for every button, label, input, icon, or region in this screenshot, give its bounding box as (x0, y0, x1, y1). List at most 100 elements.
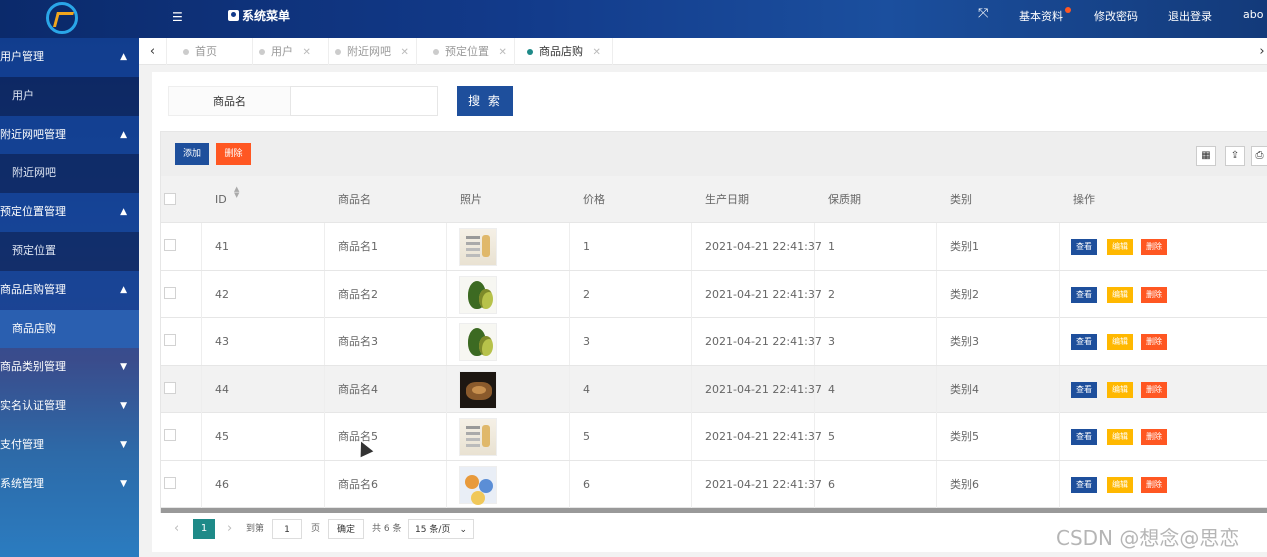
tab-shop[interactable]: 商品店购 ✕ (521, 38, 613, 65)
row-checkbox[interactable] (164, 334, 176, 346)
table-row[interactable]: 45 商品名5 5 2021-04-21 22:41:37 5 类别5 查看 编辑 删除 (161, 413, 1267, 461)
close-icon[interactable]: ✕ (303, 47, 311, 58)
product-photo[interactable] (459, 465, 497, 504)
fullscreen-icon[interactable]: ⤧ (978, 6, 988, 21)
columns-icon[interactable]: ▦ (1196, 146, 1216, 166)
tab-reservation[interactable]: 预定位置 ✕ (427, 38, 515, 65)
tab-users[interactable]: 用户 ✕ (253, 38, 329, 65)
product-photo[interactable] (459, 228, 497, 266)
export-icon[interactable]: ⇪ (1225, 146, 1245, 166)
page-unit-label: 页 (311, 524, 321, 534)
table-row[interactable]: 41 商品名1 1 2021-04-21 22:41:37 1 类别1 查看 编辑 删除 (161, 223, 1267, 271)
search-label: 商品名 (168, 86, 291, 116)
row-delete-button[interactable]: 删除 (1141, 429, 1167, 445)
cell-id: 41 (215, 240, 229, 253)
add-button[interactable]: 添加 (175, 143, 209, 165)
product-photo[interactable] (459, 323, 497, 361)
sidebar-group-verification[interactable]: 实名认证管理 ▼ (0, 387, 139, 426)
row-checkbox[interactable] (164, 239, 176, 251)
table-row[interactable]: 43 商品名3 3 2021-04-21 22:41:37 3 类别3 查看 编辑 删除 (161, 318, 1267, 366)
edit-button[interactable]: 编辑 (1107, 429, 1133, 445)
row-delete-button[interactable]: 删除 (1141, 334, 1167, 350)
row-checkbox[interactable] (164, 381, 176, 394)
delete-button[interactable]: 删除 (216, 143, 251, 165)
table-header: ID ▲ ▼ 商品名 照片 价格 生产日期 保质期 类别 操作 (161, 176, 1267, 223)
tab-label: 首页 (195, 45, 217, 58)
tab-netcafe[interactable]: 附近网吧 ✕ (329, 38, 417, 65)
cell-id: 45 (215, 430, 229, 443)
sidebar-item-users[interactable]: 用户 (0, 76, 139, 116)
sidebar-item-netcafe[interactable]: 附近网吧 (0, 154, 139, 194)
chevron-left-icon[interactable]: ‹ (174, 519, 179, 539)
edit-button[interactable]: 编辑 (1107, 381, 1133, 398)
cell-divider (1059, 270, 1060, 318)
cell-shelf-life: 2 (828, 287, 835, 301)
sidebar-group-shop[interactable]: 商品店购管理 ▲ (0, 270, 139, 310)
chevron-right-icon[interactable]: › (227, 519, 232, 539)
view-button[interactable]: 查看 (1071, 476, 1097, 493)
cell-price: 3 (583, 335, 590, 348)
sidebar-group-netcafe[interactable]: 附近网吧管理 ▲ (0, 115, 139, 155)
cell-divider (201, 460, 202, 508)
row-checkbox[interactable] (164, 476, 176, 489)
sidebar-group-category[interactable]: 商品类别管理 ▼ (0, 348, 139, 387)
tab-home[interactable]: 首页 (177, 38, 253, 65)
view-button[interactable]: 查看 (1071, 286, 1097, 303)
cell-divider (569, 365, 570, 413)
username[interactable]: abo (1243, 8, 1263, 21)
sort-icon[interactable]: ▲ ▼ (234, 186, 239, 199)
search-input[interactable] (290, 86, 438, 116)
product-photo[interactable] (459, 370, 497, 409)
view-button[interactable]: 查看 (1071, 334, 1097, 350)
cell-divider (569, 413, 570, 460)
row-checkbox[interactable] (164, 286, 176, 299)
tab-bar: ‹ 首页 用户 ✕ 附近网吧 ✕ 预定位置 ✕ 商品店购 ✕ › (139, 38, 1267, 65)
row-delete-button[interactable]: 删除 (1141, 476, 1167, 493)
edit-button[interactable]: 编辑 (1107, 239, 1133, 255)
cell-category: 类别6 (950, 477, 979, 491)
row-delete-button[interactable]: 删除 (1141, 381, 1167, 398)
product-photo[interactable] (459, 418, 497, 456)
cell-divider (324, 413, 325, 460)
search-button[interactable]: 搜 索 (457, 86, 513, 116)
basic-info-link[interactable]: 基本资料 (1019, 7, 1071, 24)
sidebar-group-system[interactable]: 系统管理 ▼ (0, 465, 139, 504)
col-date: 生产日期 (705, 193, 749, 206)
change-password-link[interactable]: 修改密码 (1094, 8, 1138, 24)
page-size-select[interactable]: 15 条/页 ⌄ (408, 519, 474, 539)
current-page[interactable]: 1 (193, 519, 215, 539)
table-row[interactable]: 46 商品名6 6 2021-04-21 22:41:37 6 类别6 查看 编辑 删除 (161, 460, 1267, 508)
view-button[interactable]: 查看 (1071, 381, 1097, 398)
close-icon[interactable]: ✕ (593, 47, 601, 58)
select-all-checkbox[interactable] (164, 193, 176, 205)
system-menu[interactable]: 系统菜单 (228, 7, 290, 24)
view-button[interactable]: 查看 (1071, 239, 1097, 255)
product-photo[interactable] (459, 275, 497, 314)
close-icon[interactable]: ✕ (499, 47, 507, 58)
cell-divider (1059, 365, 1060, 413)
row-delete-button[interactable]: 删除 (1141, 286, 1167, 303)
sidebar-item-shop[interactable]: 商品店购 (0, 309, 139, 349)
col-id[interactable]: ID (215, 176, 227, 223)
print-icon[interactable]: ⎙ (1251, 146, 1267, 166)
table-row[interactable]: 42 商品名2 2 2021-04-21 22:41:37 2 类别2 查看 编辑 删除 (161, 270, 1267, 318)
row-checkbox[interactable] (164, 429, 176, 441)
close-icon[interactable]: ✕ (401, 47, 409, 58)
table-row[interactable]: 44 商品名4 4 2021-04-21 22:41:37 4 类别4 查看 编辑 删除 (161, 365, 1267, 413)
goto-page-input[interactable]: 1 (272, 519, 302, 539)
sidebar-group-reservation[interactable]: 预定位置管理 ▲ (0, 193, 139, 232)
edit-button[interactable]: 编辑 (1107, 286, 1133, 303)
view-button[interactable]: 查看 (1071, 429, 1097, 445)
sidebar-group-payment[interactable]: 支付管理 ▼ (0, 426, 139, 465)
menu-toggle-icon[interactable]: ☰ (172, 11, 186, 23)
edit-button[interactable]: 编辑 (1107, 476, 1133, 493)
chevron-right-icon[interactable]: › (1257, 38, 1267, 65)
row-delete-button[interactable]: 删除 (1141, 239, 1167, 255)
logout-link[interactable]: 退出登录 (1168, 8, 1212, 24)
cell-divider (324, 318, 325, 365)
chevron-left-icon[interactable]: ‹ (139, 38, 167, 65)
goto-confirm-button[interactable]: 确定 (328, 519, 364, 539)
sidebar-item-reservation[interactable]: 预定位置 (0, 231, 139, 271)
sidebar-group-users[interactable]: 用户管理 ▲ (0, 38, 139, 77)
edit-button[interactable]: 编辑 (1107, 334, 1133, 350)
